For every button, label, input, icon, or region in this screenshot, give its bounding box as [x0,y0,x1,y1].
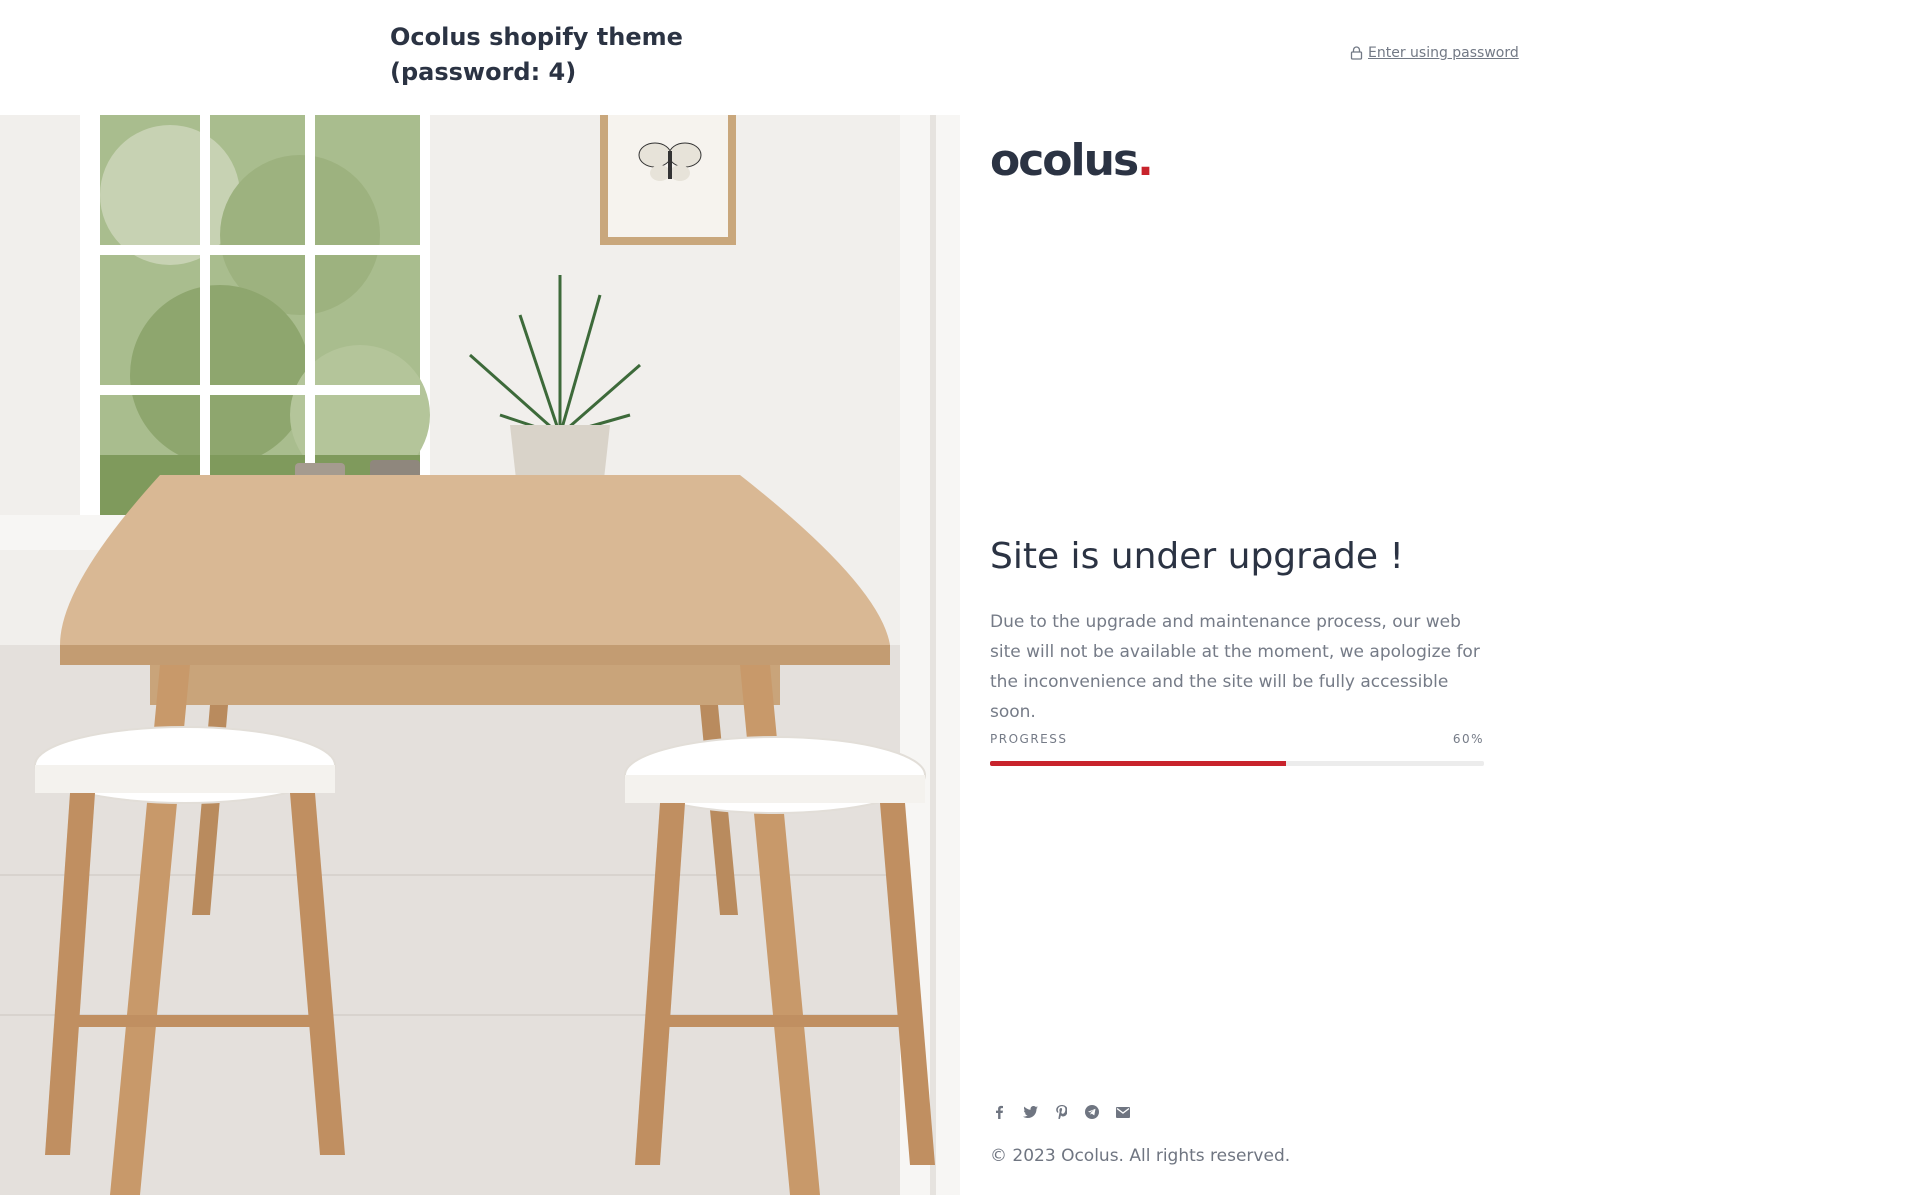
progress-header: PROGRESS 60% [990,732,1484,746]
copyright-text: © 2023 Ocolus. All rights reserved. [990,1146,1291,1166]
progress-bar [990,761,1484,766]
lock-icon [1350,46,1363,60]
maintenance-content: ocolus. Site is under upgrade ! Due to t… [990,115,1510,1195]
page-headline: Site is under upgrade ! [990,536,1404,577]
pinterest-icon[interactable] [1052,1103,1070,1121]
logo-text: ocolus [990,135,1139,186]
brand-logo[interactable]: ocolus. [990,135,1154,186]
logo-dot: . [1137,135,1154,186]
enter-password-link[interactable]: Enter using password [1350,45,1519,61]
progress-value: 60% [1452,732,1484,746]
maintenance-description: Due to the upgrade and maintenance proce… [990,612,1480,722]
twitter-icon[interactable] [1021,1103,1039,1121]
email-icon[interactable] [1114,1103,1132,1121]
hero-image [0,115,960,1195]
facebook-icon[interactable] [990,1103,1008,1121]
progress-bar-fill [990,761,1287,766]
store-title[interactable]: Ocolus shopify theme (password: 4) [390,20,730,90]
header: Ocolus shopify theme (password: 4) Enter… [0,0,1920,115]
social-links [990,1103,1132,1121]
progress-label: PROGRESS [990,732,1068,746]
telegram-icon[interactable] [1083,1103,1101,1121]
enter-password-label: Enter using password [1368,45,1519,61]
